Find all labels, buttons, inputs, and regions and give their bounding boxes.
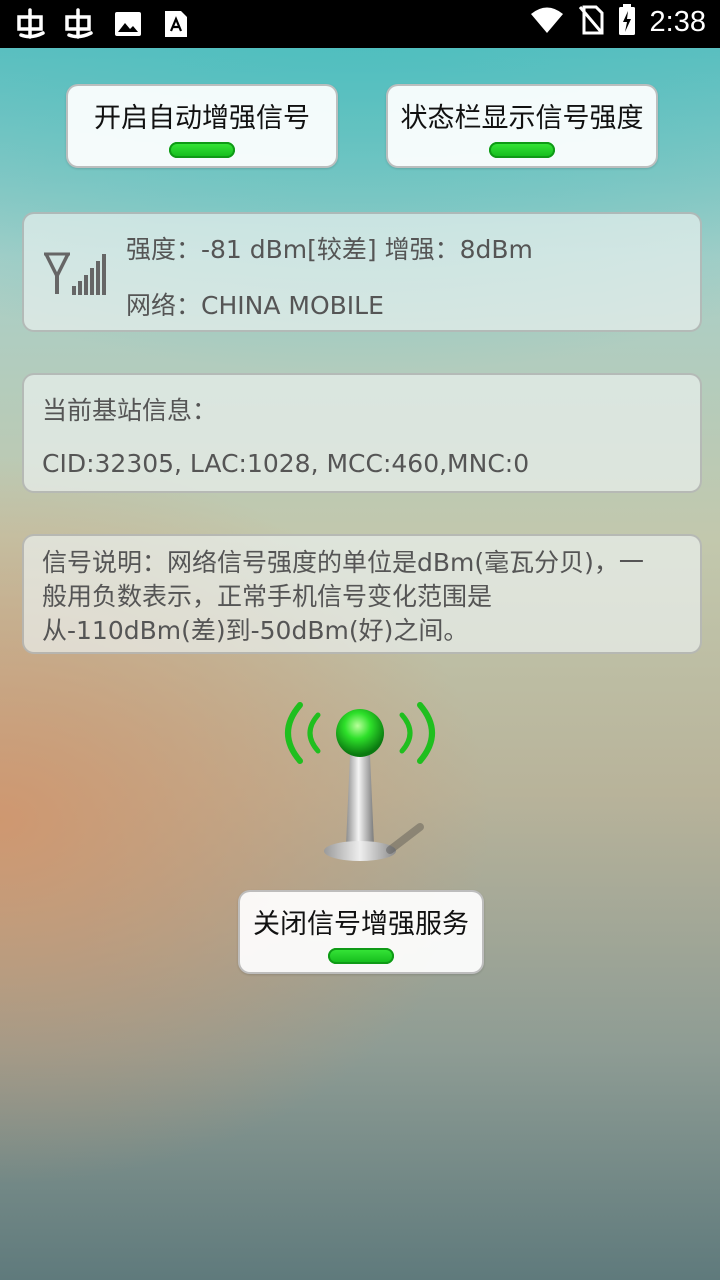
wifi-icon xyxy=(530,6,564,38)
network-name-text: 网络：CHINA MOBILE xyxy=(126,291,384,320)
auto-boost-toggle[interactable]: 开启自动增强信号 xyxy=(66,84,338,168)
notification-icons xyxy=(14,6,194,42)
base-station-card: 当前基站信息： CID:32305, LAC:1028, MCC:460,MNC… xyxy=(22,373,702,493)
statusbar-display-label: 状态栏显示信号强度 xyxy=(400,103,644,134)
toggle-on-indicator xyxy=(328,948,394,964)
base-station-title: 当前基站信息： xyxy=(42,396,218,425)
app-icon xyxy=(62,6,98,42)
image-icon xyxy=(110,6,146,42)
signal-strength-text: 强度：-81 dBm[较差] 增强：8dBm xyxy=(126,235,533,264)
base-station-detail: CID:32305, LAC:1028, MCC:460,MNC:0 xyxy=(42,449,530,478)
signal-info-card: 强度：-81 dBm[较差] 增强：8dBm 网络：CHINA MOBILE xyxy=(22,212,702,332)
toggle-on-indicator xyxy=(169,142,235,158)
boost-service-toggle[interactable]: 关闭信号增强服务 xyxy=(238,890,484,974)
antenna-icon xyxy=(270,695,450,870)
clock: 2:38 xyxy=(649,5,706,38)
signal-description-text: 信号说明：网络信号强度的单位是dBm(毫瓦分贝)，一般用负数表示，正常手机信号变… xyxy=(42,548,644,645)
font-a-icon xyxy=(158,6,194,42)
battery-charging-icon xyxy=(618,4,636,40)
signal-description-card: 信号说明：网络信号强度的单位是dBm(毫瓦分贝)，一般用负数表示，正常手机信号变… xyxy=(22,534,702,654)
system-icons: 2:38 xyxy=(530,4,706,40)
app-icon xyxy=(14,6,50,42)
no-sim-icon xyxy=(578,5,604,39)
toggle-on-indicator xyxy=(489,142,555,158)
statusbar-display-toggle[interactable]: 状态栏显示信号强度 xyxy=(386,84,658,168)
auto-boost-label: 开启自动增强信号 xyxy=(94,103,310,134)
status-bar: 2:38 xyxy=(0,0,720,48)
signal-bars-icon xyxy=(42,248,108,304)
boost-service-label: 关闭信号增强服务 xyxy=(253,909,469,940)
